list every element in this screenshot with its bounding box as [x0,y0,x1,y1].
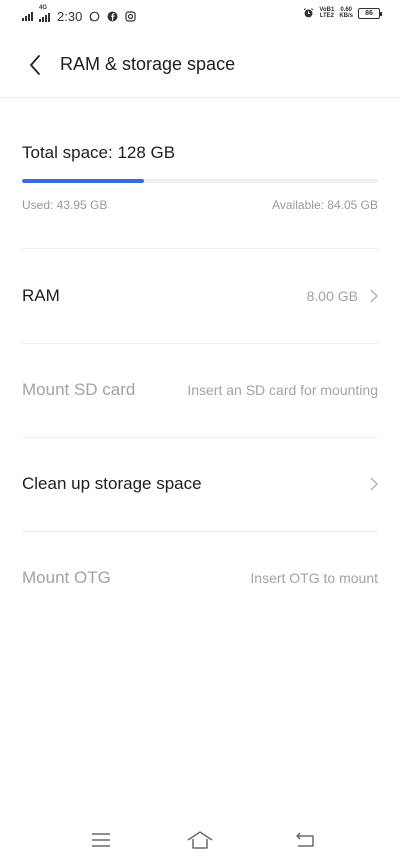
menu-button[interactable] [86,828,116,852]
signal-icon [22,12,33,21]
ram-row[interactable]: RAM 8.00 GB [0,266,400,326]
mount-otg-row: Mount OTG Insert OTG to mount [0,548,400,608]
mount-otg-hint: Insert OTG to mount [250,570,378,586]
return-icon [296,832,314,847]
home-icon [187,831,213,849]
mount-sd-card-hint: Insert an SD card for mounting [187,382,378,398]
network-4g-icon: 4G [39,5,50,22]
chevron-left-icon [30,55,40,75]
network-type: 4G [39,5,48,11]
menu-icon [92,833,110,847]
app-header: RAM & storage space [0,40,400,90]
system-navigation-bar [0,814,400,866]
available-space-label: Available: 84.05 GB [272,198,378,212]
battery-icon: 86 [358,7,382,19]
clean-up-storage-label: Clean up storage space [22,474,202,493]
back-nav-button[interactable] [290,828,320,852]
row-divider [22,437,378,438]
status-time: 2:30 [57,9,83,24]
chevron-right-icon [370,477,378,491]
ram-value: 8.00 GB [306,288,358,304]
volte-indicator: VoB1 LTE2 [319,7,335,19]
mount-otg-label: Mount OTG [22,568,111,587]
mount-sd-card-row: Mount SD card Insert an SD card for moun… [0,360,400,420]
ram-label: RAM [22,286,60,305]
whatsapp-icon [89,11,100,22]
network-speed: 0.60 KB/s [339,7,353,19]
instagram-icon [125,11,136,22]
alarm-icon [303,8,314,19]
facebook-icon [107,11,118,22]
status-left: 4G 2:30 [22,5,136,24]
row-divider [22,531,378,532]
total-space-label: Total space: 128 GB [22,143,176,162]
used-space-label: Used: 43.95 GB [22,198,108,212]
status-right: VoB1 LTE2 0.60 KB/s 86 [300,7,382,19]
mount-sd-card-label: Mount SD card [22,380,136,399]
storage-progress-fill [22,179,145,183]
home-button[interactable] [185,828,215,852]
storage-progress-bar [22,179,378,183]
row-divider [22,343,378,344]
clean-up-storage-row[interactable]: Clean up storage space [0,454,400,514]
section-divider [22,248,378,249]
chevron-right-icon [370,289,378,303]
back-button[interactable] [22,52,48,78]
header-divider [0,97,400,98]
page-title: RAM & storage space [60,54,236,74]
status-bar: 4G 2:30 VoB1 LTE2 0.60 KB/s 86 [0,0,400,32]
